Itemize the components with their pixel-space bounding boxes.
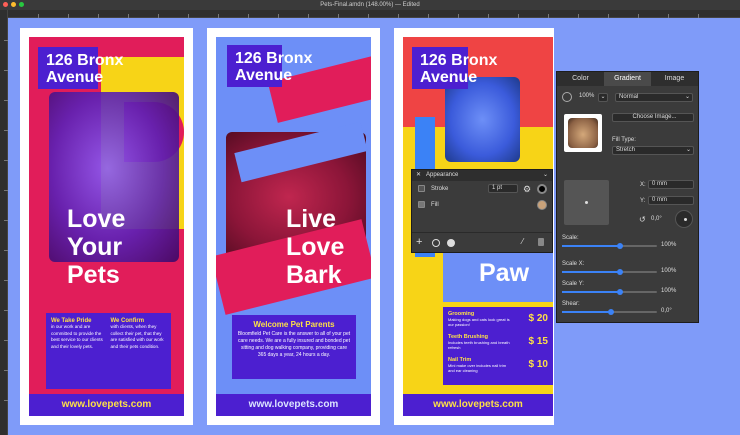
info-box: Welcome Pet Parents Bloomfield Pet Care …	[232, 315, 356, 379]
fill-row[interactable]: Fill	[412, 197, 552, 213]
fill-tabs: Color Gradient Image	[557, 72, 698, 86]
service-desc: Includes teeth brushing and breath refre…	[448, 340, 510, 350]
title-bar: Pets-Final.amdn (148.00%) — Edited	[0, 0, 740, 10]
position-grid[interactable]	[564, 180, 609, 225]
service-price: $ 15	[528, 336, 548, 347]
fill-label: Fill	[431, 202, 439, 208]
service-item: Teeth Brushing Includes teeth brushing a…	[448, 334, 548, 357]
stroke-row[interactable]: Stroke 1 pt ⚙	[412, 181, 552, 197]
tab-gradient[interactable]: Gradient	[604, 72, 651, 86]
website-url: www.lovepets.com	[216, 394, 371, 416]
y-label: Y:	[640, 198, 646, 204]
app-window: Pets-Final.amdn (148.00%) — Edited 126 B…	[0, 0, 740, 435]
address-block: 126 Bronx Avenue	[227, 45, 312, 87]
close-window-button[interactable]	[3, 2, 8, 7]
rotation-dial[interactable]	[675, 210, 693, 228]
service-item: Grooming Making dogs and cats look great…	[448, 311, 548, 334]
trash-icon[interactable]	[538, 238, 544, 246]
box-text: Bloomfield Pet Care is the answer to all…	[237, 331, 351, 358]
flyer-1-artwork: 126 Bronx Avenue Love Your Pets We Take …	[29, 37, 184, 416]
service-price: $ 20	[528, 313, 548, 324]
horizontal-ruler[interactable]	[8, 10, 740, 18]
tab-color[interactable]: Color	[557, 72, 604, 86]
col2-text: with clients, when they collect their pe…	[110, 324, 164, 349]
scale-x-label: Scale X:	[562, 261, 585, 267]
stroke-width-field[interactable]: 1 pt	[488, 184, 518, 193]
appearance-header: ✕ Appearance ⌄	[412, 170, 552, 181]
opacity-icon	[562, 92, 572, 102]
add-icon[interactable]: +	[416, 236, 422, 248]
website-url: www.lovepets.com	[29, 394, 184, 416]
scale-label: Scale:	[562, 235, 579, 241]
rotation-value[interactable]: 0,0°	[651, 216, 662, 222]
brush-icon[interactable]: ⁄	[522, 237, 523, 246]
service-price: $ 10	[528, 359, 548, 370]
zoom-window-button[interactable]	[19, 2, 24, 7]
fill-image-swatch[interactable]	[537, 200, 547, 210]
fill-panel: Color Gradient Image 100% ⌄ Normal ⌄ Choo…	[556, 71, 699, 323]
fill-checkbox[interactable]	[418, 201, 425, 208]
stroke-circle-icon[interactable]	[432, 239, 440, 247]
service-desc: Making dogs and cats look great is our p…	[448, 317, 510, 327]
website-url: www.lovepets.com	[403, 394, 553, 416]
minimize-window-button[interactable]	[11, 2, 16, 7]
opacity-dropdown[interactable]: ⌄	[598, 93, 608, 102]
address-block: 126 Bronx Avenue	[38, 47, 123, 89]
appearance-panel: ✕ Appearance ⌄ Stroke 1 pt ⚙ Fill + ⁄	[411, 169, 553, 253]
flyer-card-1[interactable]: 126 Bronx Avenue Love Your Pets We Take …	[20, 28, 193, 425]
scale-slider[interactable]	[562, 243, 657, 249]
service-item: Nail Trim Mini make over includes nail t…	[448, 357, 548, 380]
shear-value[interactable]: 0,0°	[661, 308, 672, 314]
stroke-color-swatch[interactable]	[537, 184, 547, 194]
service-desc: Mini make over includes nail trim and ea…	[448, 363, 507, 373]
close-icon[interactable]: ✕	[416, 170, 421, 181]
vertical-ruler[interactable]	[0, 10, 8, 435]
y-field[interactable]: 0 mm	[648, 196, 694, 205]
box-title: Welcome Pet Parents	[253, 320, 335, 329]
chevron-down-icon[interactable]: ⌄	[543, 170, 548, 181]
image-thumbnail[interactable]	[564, 114, 602, 152]
scale-y-value[interactable]: 100%	[661, 288, 676, 294]
headline: Paw	[479, 259, 530, 287]
shear-label: Shear:	[562, 301, 580, 307]
x-label: X:	[640, 182, 646, 188]
address-block: 126 Bronx Avenue	[412, 47, 497, 89]
scale-value[interactable]: 100%	[661, 242, 676, 248]
stroke-label: Stroke	[431, 186, 449, 192]
services-box: Grooming Making dogs and cats look great…	[443, 307, 553, 385]
flyer-2-artwork: 126 Bronx Avenue Live Love Bark Welcome …	[216, 37, 371, 416]
opacity-value[interactable]: 100%	[576, 93, 598, 102]
flyer-card-2[interactable]: 126 Bronx Avenue Live Love Bark Welcome …	[207, 28, 380, 425]
col1-text: in our work and are committed to provide…	[51, 324, 103, 349]
window-title: Pets-Final.amdn (148.00%) — Edited	[320, 2, 420, 8]
blend-mode-select[interactable]: Normal ⌄	[615, 93, 693, 102]
window-controls	[3, 2, 24, 7]
x-field[interactable]: 0 mm	[648, 180, 694, 189]
scale-x-value[interactable]: 100%	[661, 268, 676, 274]
tab-image[interactable]: Image	[651, 72, 698, 86]
stroke-checkbox[interactable]	[418, 185, 425, 192]
fill-type-select[interactable]: Stretch ⌄	[612, 146, 694, 155]
scale-x-slider[interactable]	[562, 269, 657, 275]
appearance-toolbar: + ⁄	[412, 232, 552, 252]
headline: Live Love Bark	[286, 205, 345, 289]
scale-y-slider[interactable]	[562, 289, 657, 295]
choose-image-button[interactable]: Choose Image...	[612, 113, 694, 122]
rotate-icon: ↺	[639, 215, 646, 224]
appearance-title: Appearance	[426, 172, 459, 178]
fill-circle-icon[interactable]	[447, 239, 455, 247]
gear-icon[interactable]: ⚙	[523, 181, 531, 197]
fill-type-label: Fill Type:	[612, 137, 636, 143]
headline: Love Your Pets	[67, 205, 126, 289]
scale-y-label: Scale Y:	[562, 281, 584, 287]
dog-photo	[445, 77, 520, 162]
info-box: We Take Pride in our work and are commit…	[46, 313, 171, 389]
shear-slider[interactable]	[562, 309, 657, 315]
